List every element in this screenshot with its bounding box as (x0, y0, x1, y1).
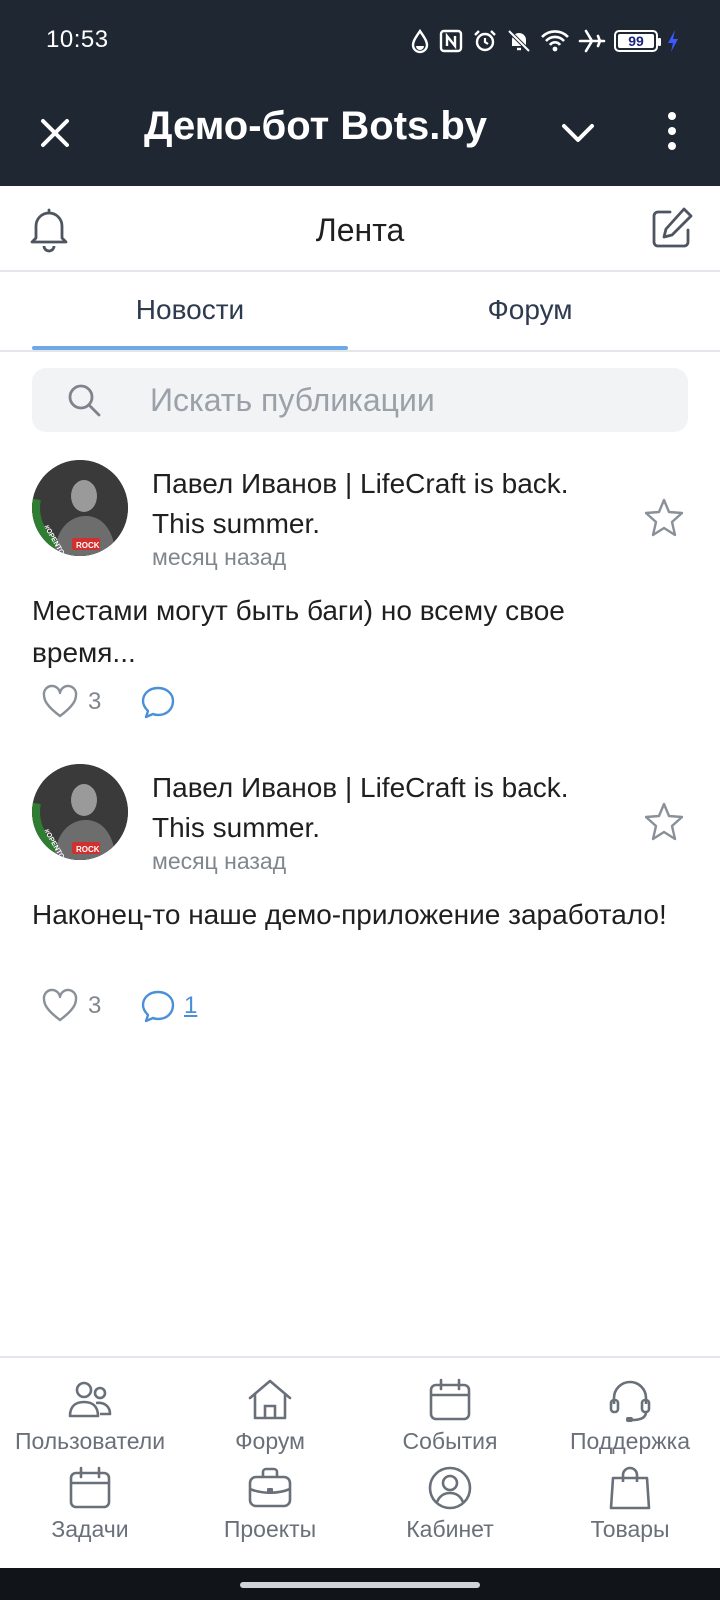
post-text: Местами могут быть баги) но всему свое в… (32, 595, 565, 668)
active-tab-indicator (32, 346, 348, 350)
post-actions: 3 1 (42, 986, 197, 1026)
headset-icon (609, 1380, 651, 1422)
status-icons: 99 (410, 26, 680, 56)
home-indicator[interactable] (240, 1582, 480, 1588)
like-count: 3 (88, 688, 102, 715)
page-title: Лента (315, 212, 405, 248)
bell-off-icon (507, 29, 531, 53)
nav-label: Проекты (223, 1516, 317, 1542)
svg-text:ROCK: ROCK (76, 541, 100, 550)
post-text: Наконец-то наше демо-приложение заработа… (32, 899, 667, 930)
alarm-icon (474, 30, 496, 52)
tab-forum[interactable]: Форум (372, 294, 688, 326)
nav-products[interactable]: Товары (540, 1464, 720, 1543)
close-icon[interactable] (30, 108, 80, 158)
nav-support[interactable]: Поддержка (540, 1376, 720, 1455)
bot-title: Демо-бот Bots.by (144, 104, 488, 148)
post-actions: 3 (42, 682, 184, 722)
nfc-icon (439, 29, 463, 53)
comment-count[interactable]: 1 (184, 992, 197, 1020)
battery-level: 99 (628, 33, 644, 49)
heart-icon[interactable] (42, 684, 78, 720)
calendar-icon (69, 1466, 111, 1509)
title-bar: Демо-бот Bots.by (0, 90, 720, 170)
avatar[interactable]: ROCK #OPENTO (32, 460, 128, 556)
users-icon (68, 1381, 112, 1418)
gesture-bar (0, 1568, 720, 1600)
nav-account[interactable]: Кабинет (360, 1464, 540, 1543)
post-time: месяц назад (152, 848, 287, 874)
post-author[interactable]: Павел Иванов | LifeCraft is back. This s… (152, 464, 612, 544)
avatar[interactable]: ROCK #OPENTO (32, 764, 128, 860)
nav-forum[interactable]: Форум (180, 1376, 360, 1455)
bottom-navigation: Пользователи Форум События Поддержка Зад… (0, 1356, 720, 1568)
star-icon[interactable] (642, 800, 686, 844)
briefcase-icon (248, 1467, 292, 1508)
search-input[interactable] (150, 368, 670, 432)
nav-label: Пользователи (14, 1428, 166, 1454)
wifi-icon (541, 30, 569, 52)
airplane-icon (578, 29, 606, 53)
more-vertical-icon[interactable] (650, 106, 694, 156)
nav-label: Поддержка (570, 1428, 690, 1454)
comment-icon[interactable] (140, 988, 176, 1024)
feed-header: Лента (0, 186, 720, 272)
home-icon (248, 1379, 292, 1420)
nav-label: Задачи (51, 1516, 129, 1542)
tab-news[interactable]: Новости (32, 294, 348, 326)
comment-icon[interactable] (140, 684, 176, 720)
nav-events[interactable]: События (360, 1376, 540, 1455)
shopping-bag-icon (609, 1466, 651, 1510)
like-count: 3 (88, 992, 102, 1019)
edit-icon[interactable] (648, 204, 696, 252)
app-top-bar: 10:53 99 Демо-бот Bots.by (0, 0, 720, 186)
user-circle-icon (428, 1466, 472, 1510)
feed-tabs: Новости Форум (0, 272, 720, 352)
nav-users[interactable]: Пользователи (0, 1376, 180, 1455)
chevron-down-icon[interactable] (556, 110, 600, 154)
charging-icon (668, 30, 678, 52)
nav-tasks[interactable]: Задачи (0, 1464, 180, 1543)
heart-icon[interactable] (42, 988, 78, 1024)
svg-text:ROCK: ROCK (76, 845, 100, 854)
post-time: месяц назад (152, 544, 287, 570)
nav-label: Товары (590, 1516, 670, 1542)
nav-projects[interactable]: Проекты (180, 1464, 360, 1543)
nav-label: Кабинет (406, 1516, 494, 1542)
star-icon[interactable] (642, 496, 686, 540)
status-time: 10:53 (46, 26, 109, 53)
search-bar (32, 368, 688, 432)
nav-label: Форум (235, 1428, 305, 1454)
search-icon (68, 384, 101, 417)
post-author[interactable]: Павел Иванов | LifeCraft is back. This s… (152, 768, 612, 848)
battery-icon: 99 (614, 30, 661, 52)
drop-icon (411, 28, 429, 54)
nav-label: События (402, 1428, 498, 1454)
calendar-icon (429, 1378, 471, 1421)
